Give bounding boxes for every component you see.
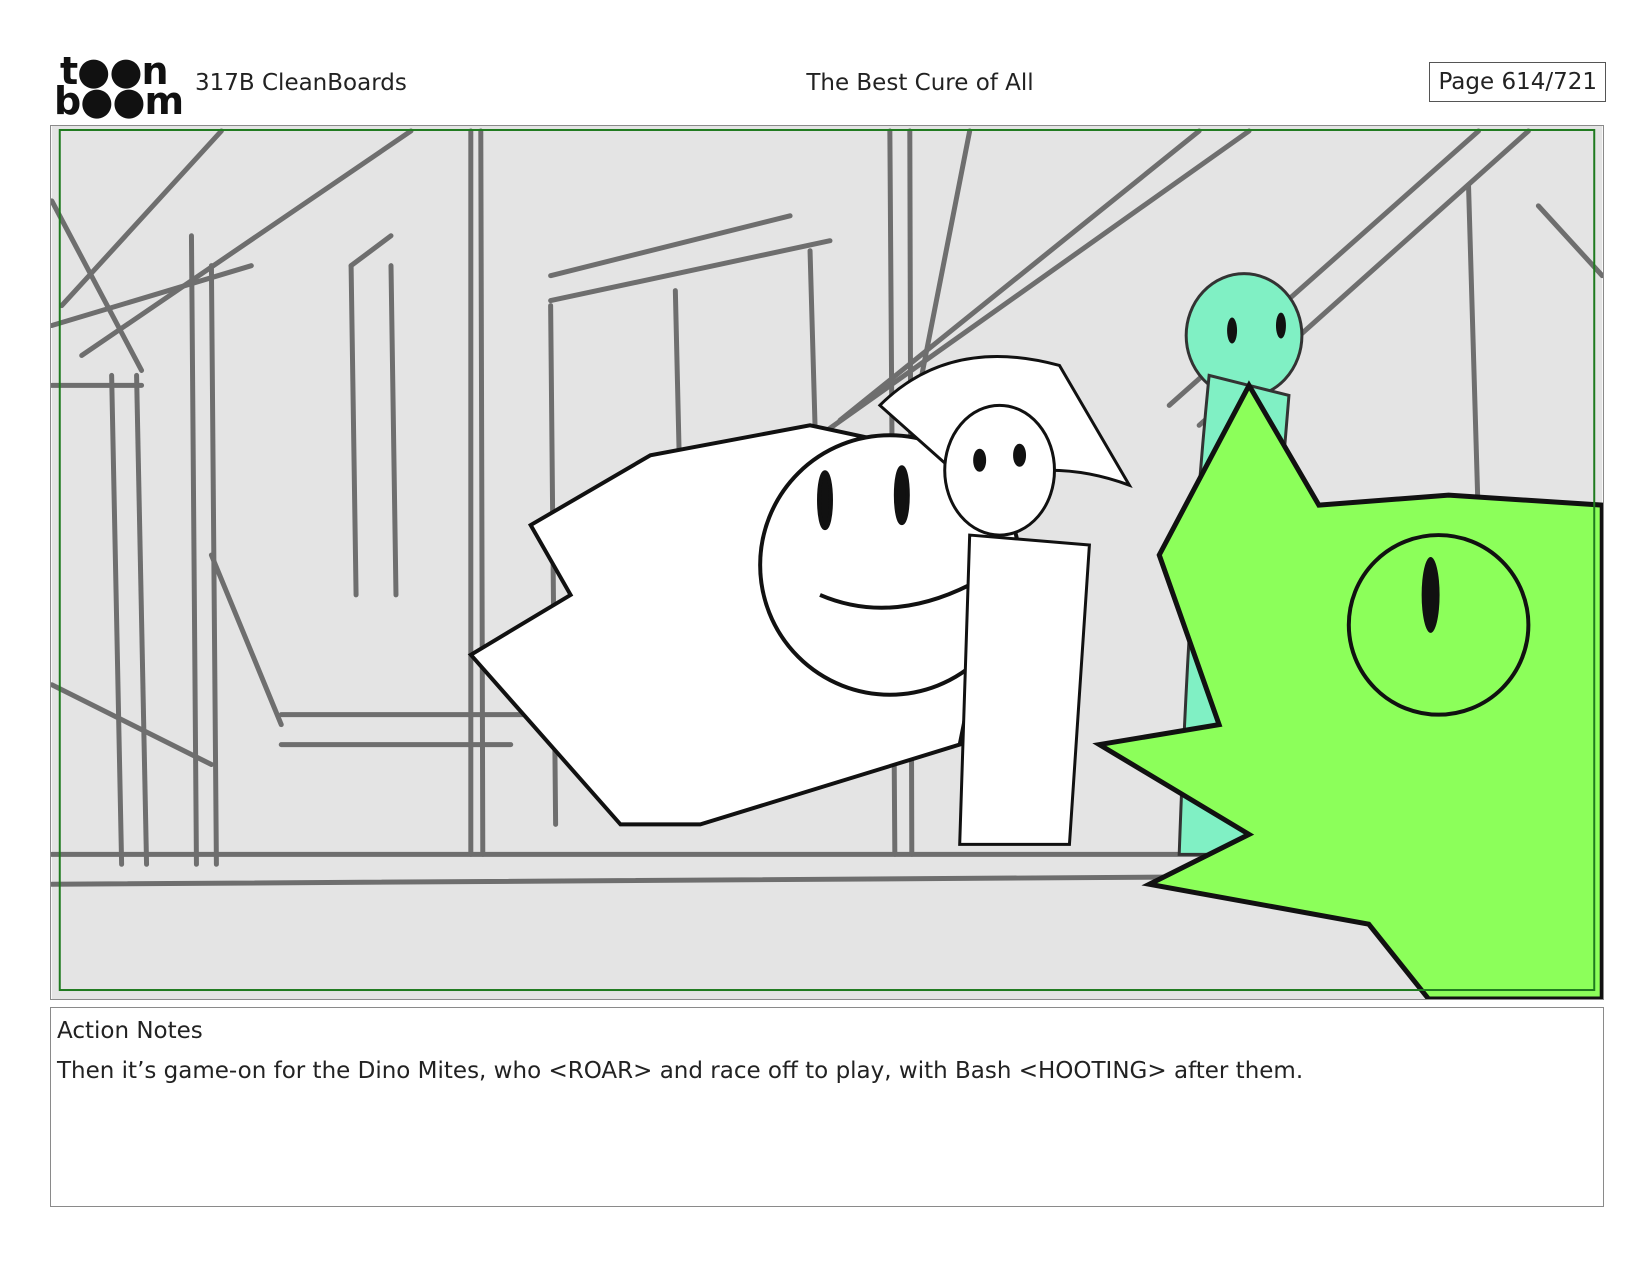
action-notes-text: Then it’s game-on for the Dino Mites, wh… [57,1058,1304,1084]
panel-drawing [51,126,1603,999]
action-notes-label: Action Notes [57,1018,203,1044]
action-notes-box: Action Notes Then it’s game-on for the D… [50,1007,1604,1207]
storyboard-panel [50,125,1604,1000]
page-number: Page 614/721 [1429,62,1606,102]
episode-title: The Best Cure of All [806,70,1034,96]
